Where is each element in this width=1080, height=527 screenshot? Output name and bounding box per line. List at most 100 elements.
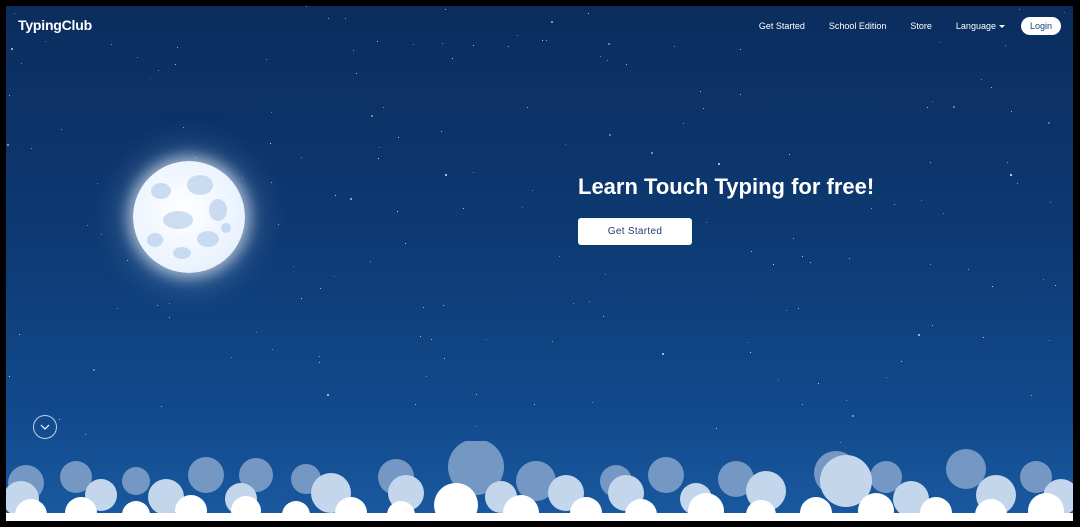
top-navigation: TypingClub Get Started School Edition St… — [6, 6, 1073, 46]
star — [61, 129, 62, 130]
star — [161, 406, 162, 407]
get-started-button[interactable]: Get Started — [578, 218, 692, 245]
star — [871, 208, 872, 209]
star — [175, 64, 176, 65]
star — [441, 131, 442, 132]
star — [981, 79, 982, 80]
star — [532, 190, 533, 191]
logo[interactable]: TypingClub — [18, 17, 92, 33]
star — [21, 63, 22, 64]
star — [371, 115, 373, 117]
login-button[interactable]: Login — [1020, 17, 1061, 35]
star — [740, 94, 741, 95]
star — [992, 286, 993, 287]
moon-crater — [151, 183, 171, 199]
star — [953, 106, 955, 108]
star — [278, 224, 279, 225]
star — [137, 57, 138, 58]
star — [370, 261, 371, 262]
moon-crater — [221, 223, 231, 233]
star — [798, 308, 799, 309]
caret-down-icon — [998, 24, 1005, 28]
star — [703, 108, 704, 109]
star — [968, 269, 969, 270]
star — [508, 46, 509, 47]
star — [1043, 279, 1044, 280]
star — [918, 334, 920, 336]
moon-crater — [197, 231, 219, 247]
nav-language-dropdown[interactable]: Language — [956, 21, 1005, 31]
star — [271, 182, 272, 183]
star — [301, 298, 302, 299]
star — [476, 394, 477, 395]
star — [415, 404, 416, 405]
star — [1049, 340, 1050, 341]
star — [397, 211, 398, 212]
star — [716, 428, 717, 429]
star — [426, 376, 427, 377]
star — [356, 73, 357, 74]
star — [589, 301, 590, 302]
moon-illustration — [133, 161, 245, 273]
nav-school-edition[interactable]: School Edition — [829, 21, 887, 31]
nav-links: Get Started School Edition Store Languag… — [735, 17, 1061, 35]
star — [9, 95, 10, 96]
star — [852, 415, 854, 417]
star — [353, 50, 354, 51]
star — [177, 47, 178, 48]
star — [991, 87, 992, 88]
nav-get-started[interactable]: Get Started — [759, 21, 805, 31]
star — [431, 339, 432, 340]
star — [740, 49, 741, 50]
star — [231, 357, 232, 358]
star — [932, 101, 933, 102]
moon-crater — [163, 211, 193, 229]
star — [444, 358, 445, 359]
star — [195, 157, 196, 158]
star — [522, 207, 523, 208]
star — [605, 274, 606, 275]
star — [886, 377, 887, 378]
star — [93, 369, 95, 371]
star — [773, 264, 774, 265]
nav-language-label: Language — [955, 21, 996, 31]
star — [127, 260, 128, 261]
scroll-down-button[interactable] — [33, 415, 57, 439]
star — [443, 305, 444, 306]
star — [476, 426, 477, 427]
star — [350, 198, 352, 200]
star — [158, 70, 159, 71]
hero-title: Learn Touch Typing for free! — [578, 174, 875, 199]
star — [97, 183, 98, 184]
star — [59, 419, 60, 420]
nav-store[interactable]: Store — [910, 21, 932, 31]
star — [31, 148, 32, 149]
star — [473, 172, 474, 173]
star — [662, 353, 664, 355]
star — [271, 112, 272, 113]
star — [1007, 162, 1008, 163]
star — [600, 56, 601, 57]
star — [983, 337, 984, 338]
star — [405, 243, 406, 244]
star — [802, 404, 803, 405]
star — [87, 225, 88, 226]
star — [626, 64, 627, 65]
star — [849, 258, 850, 259]
star — [452, 58, 453, 59]
star — [301, 157, 302, 158]
star — [378, 158, 379, 159]
star — [327, 394, 329, 396]
star — [786, 310, 787, 311]
star — [559, 256, 560, 257]
star — [293, 266, 294, 267]
star — [651, 152, 653, 154]
star — [256, 332, 257, 333]
chevron-down-icon — [40, 424, 50, 430]
star — [901, 361, 902, 362]
star — [383, 107, 384, 108]
star — [818, 383, 819, 384]
star — [748, 342, 749, 343]
moon-crater — [147, 233, 163, 247]
star — [921, 200, 922, 201]
